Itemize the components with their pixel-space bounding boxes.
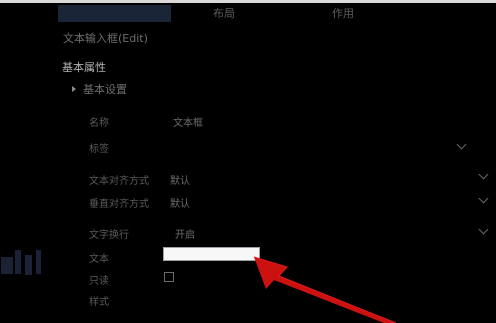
red-arrow-annotation xyxy=(253,256,397,323)
